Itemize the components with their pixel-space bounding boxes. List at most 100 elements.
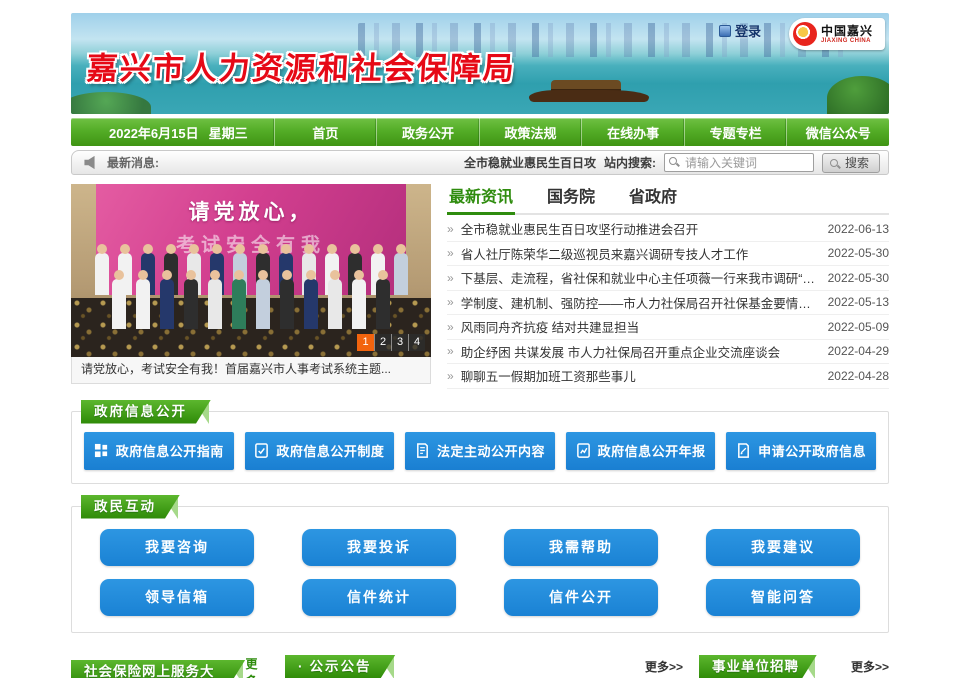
carousel-caption[interactable]: 请党放心，考试安全有我！首届嘉兴市人事考试系统主题...	[71, 357, 431, 384]
button-letter-stats[interactable]: 信件统计	[302, 579, 456, 616]
main-nav: 2022年6月15日 星期三 首页 政务公开 政策法规 在线办事 专题专栏 微信…	[71, 118, 889, 146]
news-item-date: 2022-05-09	[828, 320, 889, 334]
jiaxing-logo[interactable]: 中国嘉兴 JIAXING CHINA	[789, 18, 885, 50]
recruitment-column: 事业单位招聘 更多>> •嘉兴市妇幼保健院2022年公开... •2022年嘉兴…	[699, 655, 889, 678]
search-button[interactable]: 搜索	[822, 153, 880, 173]
news-item[interactable]: » 助企纾困 共谋发展 市人力社保局召开重点企业交流座谈会 2022-04-29	[447, 340, 889, 365]
jiaxing-logo-text: 中国嘉兴 JIAXING CHINA	[821, 25, 873, 44]
report-icon	[576, 443, 591, 458]
section-title: 公示公告	[310, 659, 372, 674]
section-title: 社会保险网上服务大厅	[71, 660, 245, 678]
nav-item-special-topics[interactable]: 专题专栏	[684, 118, 787, 146]
pager-page-4[interactable]: 4	[408, 334, 425, 351]
news-item[interactable]: » 下基层、走流程，省社保和就业中心主任项薇一行来我市调研“国统”上线情况 20…	[447, 266, 889, 291]
person-figure	[376, 279, 390, 329]
search-input[interactable]	[664, 153, 814, 172]
section-title: 政民互动	[81, 495, 180, 519]
pager-page-3[interactable]: 3	[391, 334, 408, 351]
nav-item-gov-disclosure[interactable]: 政务公开	[376, 118, 479, 146]
announcements-column: ·公示公告 更多>> » 关于设立嘉善技工学校的公示 2022-05-18 » …	[285, 655, 683, 678]
site-search-label: 站内搜索:	[604, 154, 656, 171]
announcements-more-link[interactable]: 更多>>	[645, 658, 683, 675]
trees-decoration	[827, 76, 889, 114]
recruitment-ribbon: 事业单位招聘	[699, 655, 817, 678]
button-label: 政府信息公开制度	[276, 441, 384, 460]
bullet-icon: ·	[298, 659, 305, 674]
header-banner: 嘉兴市人力资源和社会保障局 登录 中国嘉兴 JIAXING CHINA	[71, 13, 889, 114]
tab-latest-news[interactable]: 最新资讯	[447, 184, 515, 215]
news-item[interactable]: » 风雨同舟齐抗疫 结对共建显担当 2022-05-09	[447, 315, 889, 340]
interaction-header: 政民互动	[81, 495, 180, 519]
section-title: 事业单位招聘	[699, 655, 817, 678]
group-photo-front-row	[71, 279, 431, 329]
search-button-icon	[830, 159, 838, 167]
login-link[interactable]: 登录	[719, 21, 761, 40]
info-disclosure-section: 政府信息公开 政府信息公开指南 政府信息公开制度 法定主动公开内容 政府信息公开…	[71, 411, 889, 484]
pager-page-2[interactable]: 2	[374, 334, 391, 351]
interaction-section: 政民互动 我要咨询 我要投诉 我需帮助 我要建议 领导信箱 信件统计 信件公开 …	[71, 506, 889, 633]
nav-item-wechat[interactable]: 微信公众号	[786, 118, 889, 146]
weekday-text: 星期三	[209, 123, 248, 142]
button-suggest[interactable]: 我要建议	[706, 529, 860, 566]
news-item-title: 下基层、走流程，省社保和就业中心主任项薇一行来我市调研“国统”上线情况	[461, 268, 816, 287]
button-letter-disclosure[interactable]: 信件公开	[504, 579, 658, 616]
login-icon	[719, 25, 731, 37]
button-complain[interactable]: 我要投诉	[302, 529, 456, 566]
button-disclosure-guide[interactable]: 政府信息公开指南	[84, 432, 234, 470]
button-annual-report[interactable]: 政府信息公开年报	[566, 432, 716, 470]
nav-items: 首页 政务公开 政策法规 在线办事 专题专栏 微信公众号	[274, 118, 889, 146]
carousel-photo: 请党放心， 考试安全有我	[71, 184, 431, 357]
arrow-icon: »	[447, 295, 454, 309]
news-panel: 最新资讯 国务院 省政府 » 全市稳就业惠民生百日攻坚行动推进会召开 2022-…	[447, 184, 889, 389]
news-item-date: 2022-05-13	[828, 295, 889, 309]
person-figure	[232, 279, 246, 329]
news-item-title: 助企纾困 共谋发展 市人力社保局召开重点企业交流座谈会	[461, 342, 816, 361]
news-item-title: 全市稳就业惠民生百日攻坚行动推进会召开	[461, 219, 816, 238]
announcements-header: · 公示公告 更多>>	[285, 655, 683, 678]
button-legal-disclosure[interactable]: 法定主动公开内容	[405, 432, 555, 470]
pager-page-1[interactable]: 1	[357, 334, 374, 351]
site-title: 嘉兴市人力资源和社会保障局	[86, 43, 517, 88]
nav-item-online-services[interactable]: 在线办事	[581, 118, 684, 146]
arrow-icon: »	[447, 222, 454, 236]
news-item[interactable]: » 学制度、建机制、强防控——市人力社保局召开社保基金要情专题学习会 2022-…	[447, 291, 889, 316]
button-disclosure-rules[interactable]: 政府信息公开制度	[245, 432, 395, 470]
person-figure	[328, 279, 342, 329]
person-figure	[352, 279, 366, 329]
book-icon	[415, 443, 430, 458]
jiaxing-logo-icon	[793, 22, 817, 46]
button-label: 政府信息公开年报	[598, 441, 706, 460]
button-leader-mailbox[interactable]: 领导信箱	[100, 579, 254, 616]
arrow-icon: »	[447, 246, 454, 260]
button-smart-qa[interactable]: 智能问答	[706, 579, 860, 616]
news-item-date: 2022-05-30	[828, 271, 889, 285]
news-item-date: 2022-06-13	[828, 222, 889, 236]
news-item[interactable]: » 聊聊五一假期加班工资那些事儿 2022-04-28	[447, 364, 889, 389]
news-item-date: 2022-04-28	[828, 369, 889, 383]
date-text: 2022年6月15日	[109, 123, 199, 142]
arrow-icon: »	[447, 320, 454, 334]
carousel-pager: 1 2 3 4	[357, 334, 425, 351]
person-figure	[256, 279, 270, 329]
recruitment-more-link[interactable]: 更多>>	[851, 658, 889, 675]
tab-state-council[interactable]: 国务院	[545, 184, 597, 215]
announcements-ribbon: · 公示公告	[285, 655, 396, 678]
logo-subtitle: JIAXING CHINA	[821, 38, 873, 44]
person-figure	[184, 279, 198, 329]
button-label: 法定主动公开内容	[437, 441, 545, 460]
button-apply-disclosure[interactable]: 申请公开政府信息	[726, 432, 876, 470]
button-need-help[interactable]: 我需帮助	[504, 529, 658, 566]
tab-provincial-gov[interactable]: 省政府	[627, 184, 679, 215]
button-consult[interactable]: 我要咨询	[100, 529, 254, 566]
social-insurance-more-link[interactable]: 更多	[245, 655, 269, 678]
news-item[interactable]: » 全市稳就业惠民生百日攻坚行动推进会召开 2022-06-13	[447, 217, 889, 242]
info-disclosure-header: 政府信息公开	[81, 400, 211, 424]
page-container: 嘉兴市人力资源和社会保障局 登录 中国嘉兴 JIAXING CHINA 2022…	[71, 0, 889, 678]
ticker-scrolling-text[interactable]: 全市稳就业惠民生百日攻	[464, 154, 596, 171]
news-item-date: 2022-05-30	[828, 246, 889, 260]
photo-carousel[interactable]: 请党放心， 考试安全有我	[71, 184, 431, 389]
nav-item-policies[interactable]: 政策法规	[479, 118, 582, 146]
person-figure	[280, 279, 294, 329]
news-item[interactable]: » 省人社厅陈荣华二级巡视员来嘉兴调研专技人才工作 2022-05-30	[447, 242, 889, 267]
nav-item-home[interactable]: 首页	[274, 118, 377, 146]
